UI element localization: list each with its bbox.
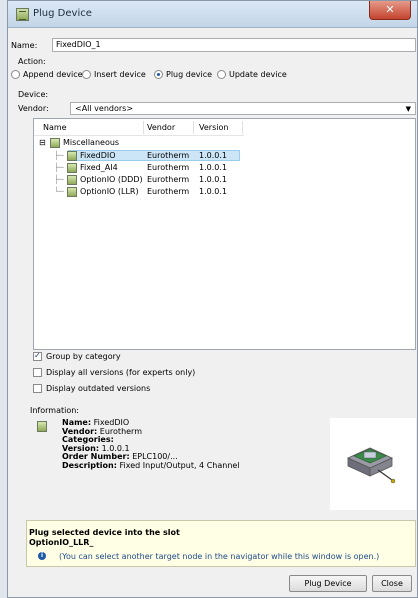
device-preview-image bbox=[330, 418, 416, 510]
device-tree[interactable]: Name Vendor Version ⊟ Miscellaneous ├─ F… bbox=[33, 118, 416, 350]
device-icon bbox=[67, 175, 77, 185]
vendor-select-value: <All vendors> bbox=[75, 104, 134, 113]
radio-append-device[interactable]: Append device bbox=[11, 70, 83, 79]
radio-plug-device[interactable]: Plug device bbox=[154, 70, 212, 79]
device-vendor: Eurotherm bbox=[147, 151, 190, 160]
device-icon bbox=[16, 8, 29, 21]
device-icon bbox=[67, 151, 77, 161]
tree-row[interactable]: ├─ OptionIO (DDD) Eurotherm 1.0.0.1 bbox=[34, 174, 417, 185]
group-by-category-checkbox[interactable] bbox=[33, 351, 42, 361]
info-key: Description: bbox=[62, 460, 117, 470]
collapse-icon[interactable]: ⊟ bbox=[39, 137, 46, 148]
hint-line-1: Plug selected device into the slot bbox=[29, 528, 180, 537]
device-vendor: Eurotherm bbox=[147, 175, 190, 184]
hint-box: Plug selected device into the slot Optio… bbox=[26, 520, 416, 567]
radio-update-device[interactable]: Update device bbox=[217, 70, 287, 79]
radio-button[interactable] bbox=[11, 70, 20, 79]
radio-button[interactable] bbox=[217, 70, 226, 79]
tree-line: ├─ bbox=[54, 163, 64, 172]
name-label: Name: bbox=[11, 41, 38, 50]
radio-button[interactable] bbox=[82, 70, 91, 79]
tree-line: ├─ bbox=[54, 151, 64, 160]
name-input[interactable]: FixedDIO_1 bbox=[52, 38, 416, 52]
vendor-label: Vendor: bbox=[18, 104, 49, 113]
device-vendor: Eurotherm bbox=[147, 187, 190, 196]
display-outdated-versions-checkbox[interactable] bbox=[33, 384, 42, 393]
device-version: 1.0.0.1 bbox=[199, 175, 227, 184]
device-icon bbox=[67, 163, 77, 173]
device-vendor: Eurotherm bbox=[147, 163, 190, 172]
device-icon bbox=[37, 421, 47, 432]
tree-row[interactable]: ├─ Fixed_AI4 Eurotherm 1.0.0.1 bbox=[34, 162, 417, 173]
column-header-name[interactable]: Name bbox=[43, 121, 144, 134]
tree-line: ├─ bbox=[54, 175, 64, 184]
device-version: 1.0.0.1 bbox=[199, 151, 227, 160]
device-name: Fixed_AI4 bbox=[80, 163, 118, 172]
folder-icon bbox=[50, 138, 60, 148]
device-version: 1.0.0.1 bbox=[199, 187, 227, 196]
radio-insert-device[interactable]: Insert device bbox=[82, 70, 146, 79]
device-label: Device: bbox=[18, 90, 49, 99]
plug-device-window: Plug Device ✕ Name: FixedDIO_1 Action: A… bbox=[7, 0, 418, 598]
module-icon bbox=[347, 447, 396, 484]
column-header-vendor[interactable]: Vendor bbox=[147, 121, 194, 134]
dropdown-arrow-icon: ▼ bbox=[405, 105, 411, 113]
header-divider bbox=[34, 135, 244, 136]
column-header-version[interactable]: Version bbox=[199, 121, 243, 134]
device-name: FixedDIO bbox=[80, 151, 116, 160]
information-title: Information: bbox=[30, 406, 80, 415]
group-label: Miscellaneous bbox=[63, 138, 120, 147]
display-all-versions-checkbox[interactable] bbox=[33, 368, 42, 377]
radio-label: Append device bbox=[23, 70, 83, 79]
close-button[interactable]: Close bbox=[372, 575, 412, 592]
vendor-select[interactable]: <All vendors> ▼ bbox=[70, 102, 416, 115]
info-value: Fixed Input/Output, 4 Channel bbox=[116, 460, 240, 470]
close-window-button[interactable]: ✕ bbox=[369, 1, 411, 20]
device-icon bbox=[67, 187, 77, 197]
tree-line: └─ bbox=[54, 187, 64, 196]
device-name: OptionIO (LLR) bbox=[80, 187, 139, 196]
radio-label: Plug device bbox=[166, 70, 213, 79]
tree-row[interactable]: └─ OptionIO (LLR) Eurotherm 1.0.0.1 bbox=[34, 186, 417, 197]
hint-note: (You can select another target node in t… bbox=[59, 552, 380, 561]
display-all-versions-label[interactable]: Display all versions (for experts only) bbox=[46, 368, 195, 377]
tree-group-miscellaneous[interactable]: ⊟ Miscellaneous bbox=[34, 137, 417, 148]
action-label: Action: bbox=[18, 57, 46, 66]
device-name: OptionIO (DDD) bbox=[80, 175, 143, 184]
hint-target-slot: OptionIO_LLR_ bbox=[29, 538, 94, 547]
radio-label: Insert device bbox=[94, 70, 146, 79]
info-icon: i bbox=[38, 552, 46, 560]
device-version: 1.0.0.1 bbox=[199, 163, 227, 172]
information-details: Name: FixedDIO Vendor: Eurotherm Categor… bbox=[62, 418, 240, 470]
radio-button[interactable] bbox=[154, 70, 163, 79]
window-title: Plug Device bbox=[33, 8, 92, 19]
group-by-category-label[interactable]: Group by category bbox=[46, 352, 121, 361]
radio-label: Update device bbox=[229, 70, 287, 79]
tree-row[interactable]: ├─ FixedDIO Eurotherm 1.0.0.1 bbox=[34, 150, 417, 161]
display-outdated-versions-label[interactable]: Display outdated versions bbox=[46, 384, 150, 393]
title-bar[interactable]: Plug Device ✕ bbox=[8, 1, 417, 28]
plug-device-button[interactable]: Plug Device bbox=[289, 575, 367, 592]
close-icon: ✕ bbox=[385, 3, 395, 16]
